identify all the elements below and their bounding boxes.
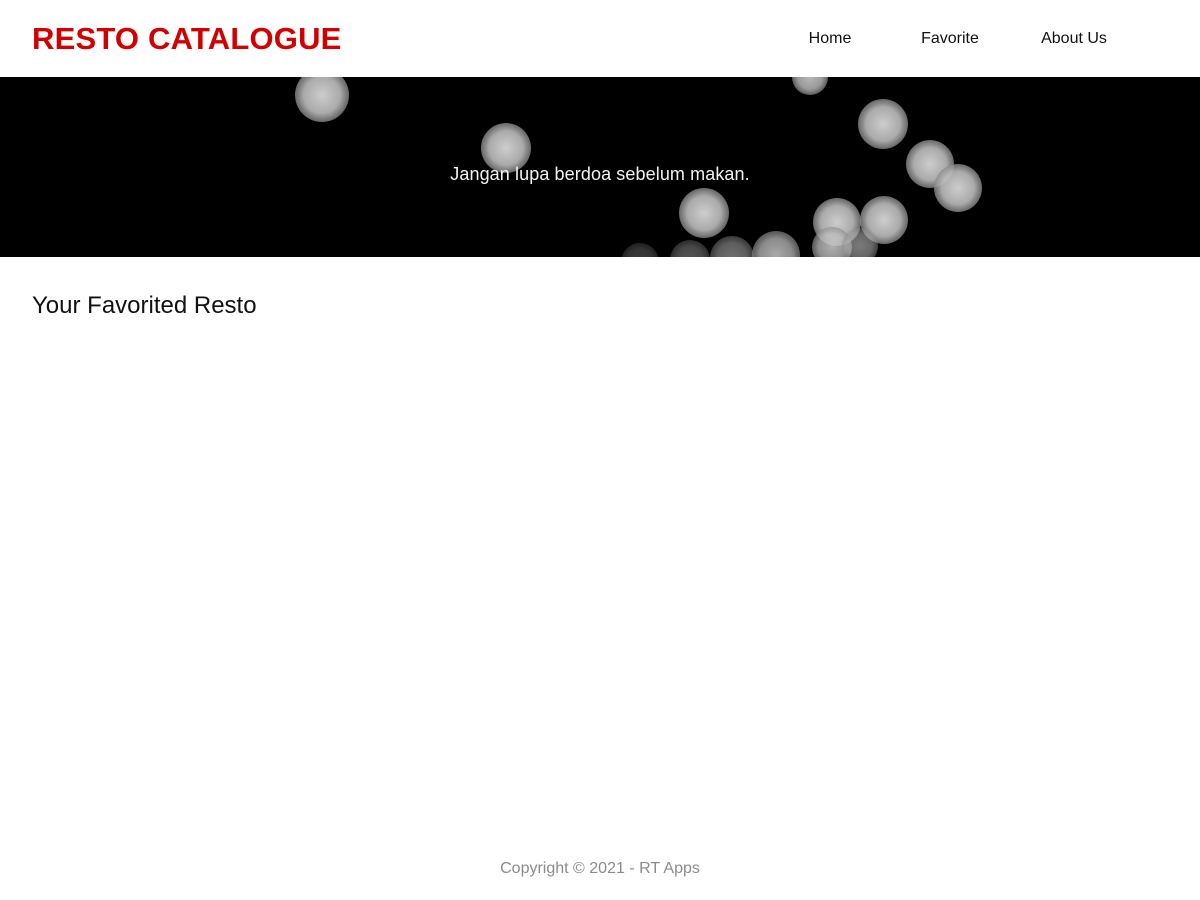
- brand-logo[interactable]: RESTO CATALOGUE: [32, 21, 342, 57]
- main-nav: Home Favorite About Us: [772, 20, 1136, 58]
- favorites-section: Your Favorited Resto: [32, 292, 1168, 744]
- hero-banner: Jangan lupa berdoa sebelum makan.: [0, 77, 1200, 257]
- app-header: RESTO CATALOGUE Home Favorite About Us: [0, 0, 1200, 77]
- nav-favorite-link[interactable]: Favorite: [888, 20, 1012, 58]
- footer: Copyright © 2021 - RT Apps: [0, 860, 1200, 878]
- favorites-list: [32, 344, 1168, 744]
- copyright-text: Copyright © 2021 - RT Apps: [500, 860, 700, 877]
- nav-about-link[interactable]: About Us: [1012, 20, 1136, 58]
- nav-home-link[interactable]: Home: [772, 20, 888, 58]
- section-title: Your Favorited Resto: [32, 292, 257, 319]
- hero-tagline: Jangan lupa berdoa sebelum makan.: [450, 164, 750, 184]
- page: RESTO CATALOGUE Home Favorite About Us J…: [0, 0, 1200, 900]
